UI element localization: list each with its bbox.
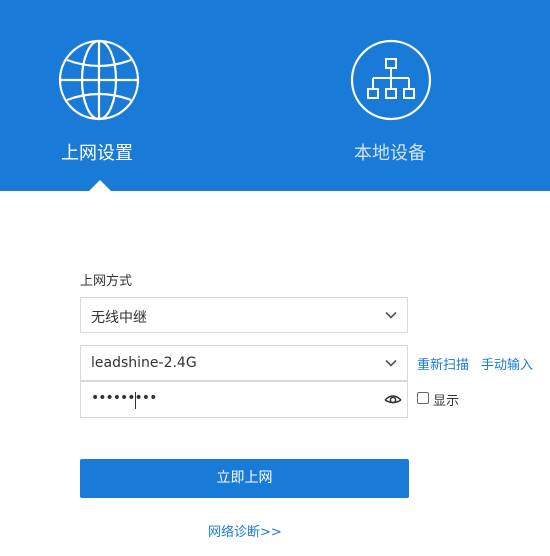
- text-cursor: [135, 392, 136, 409]
- chevron-down-icon: [385, 359, 397, 367]
- show-password-checkbox[interactable]: [417, 392, 429, 404]
- chevron-down-icon: [385, 311, 397, 319]
- active-tab-pointer: [89, 180, 111, 191]
- tab-network-settings-label: 上网设置: [61, 143, 133, 164]
- connect-now-button[interactable]: 立即上网: [80, 459, 409, 498]
- tab-local-devices[interactable]: 本地设备: [291, 0, 491, 191]
- connection-mode-label: 上网方式: [80, 274, 133, 289]
- tab-local-devices-label: 本地设备: [354, 143, 426, 164]
- wifi-ssid-select[interactable]: leadshine-2.4G: [80, 345, 408, 381]
- wifi-ssid-value: leadshine-2.4G: [91, 355, 197, 371]
- connection-mode-value: 无线中继: [91, 310, 147, 326]
- network-tree-icon: [350, 39, 432, 121]
- tab-network-settings[interactable]: 上网设置: [0, 0, 200, 191]
- password-mask: •••••••••: [91, 390, 157, 406]
- connection-mode-select[interactable]: 无线中继: [80, 297, 408, 333]
- rescan-link[interactable]: 重新扫描: [417, 354, 469, 373]
- manual-input-link[interactable]: 手动输入: [481, 354, 533, 373]
- header-bar: 上网设置 本地设备: [0, 0, 550, 191]
- network-diagnosis-link[interactable]: 网络诊断>>: [208, 521, 282, 540]
- eye-icon[interactable]: [384, 392, 402, 408]
- globe-icon: [58, 39, 140, 121]
- password-input[interactable]: •••••••••: [80, 381, 408, 418]
- show-password-label: 显示: [433, 394, 460, 409]
